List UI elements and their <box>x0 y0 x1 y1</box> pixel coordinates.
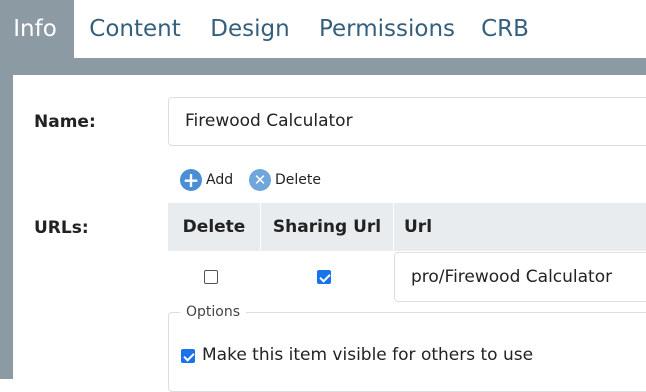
tab-info[interactable]: Info <box>0 0 74 58</box>
column-header-delete[interactable]: Delete <box>168 203 261 251</box>
name-input[interactable]: Firewood Calculator <box>168 97 646 146</box>
urls-label: URLs: <box>34 218 89 238</box>
tab-crb[interactable]: CRB <box>470 0 540 58</box>
tab-permissions[interactable]: Permissions <box>304 0 470 58</box>
column-header-sharing-url[interactable]: Sharing Url <box>261 203 394 251</box>
visible-for-others-checkbox[interactable] <box>181 349 195 363</box>
options-legend: Options <box>180 304 247 320</box>
name-label: Name: <box>34 112 96 132</box>
delete-label: Delete <box>275 172 321 188</box>
close-icon: ✕ <box>249 169 271 191</box>
column-header-url[interactable]: Url <box>394 203 646 251</box>
plus-icon: + <box>180 169 202 191</box>
tab-content[interactable]: Content <box>74 0 196 58</box>
url-input[interactable]: pro/Firewood Calculator <box>394 252 646 302</box>
delete-url-button[interactable]: ✕ Delete <box>249 169 321 191</box>
url-table-header: Delete Sharing Url Url <box>168 203 646 251</box>
add-label: Add <box>206 172 234 188</box>
tab-design[interactable]: Design <box>196 0 304 58</box>
tab-bar: Info Content Design Permissions CRB <box>0 0 646 58</box>
row-delete-checkbox[interactable] <box>204 270 218 284</box>
visible-for-others-label[interactable]: Make this item visible for others to use <box>202 345 533 365</box>
row-sharing-url-checkbox[interactable] <box>317 270 331 284</box>
add-url-button[interactable]: + Add <box>180 169 233 191</box>
